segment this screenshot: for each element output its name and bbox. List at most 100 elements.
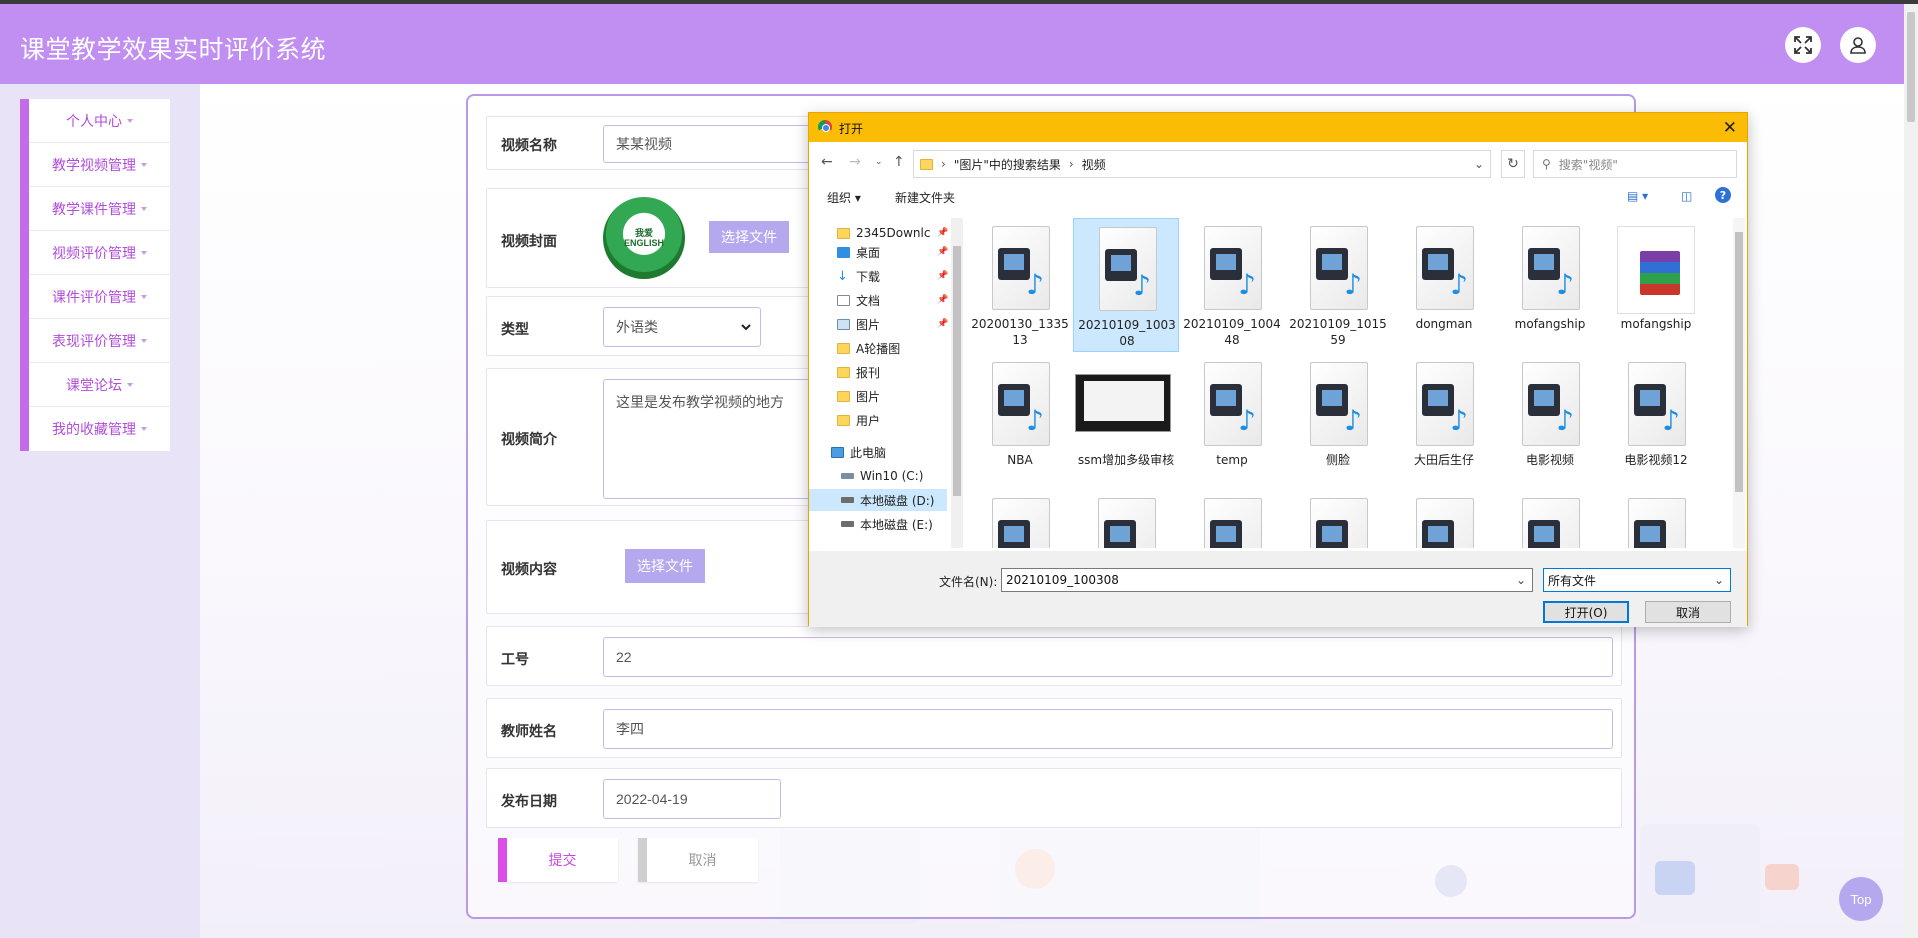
forward-arrow-icon[interactable]: → (849, 154, 861, 170)
file-item[interactable]: ♪ NBA (967, 354, 1073, 488)
nav-item-drive-e[interactable]: 本地磁盘 (E:) (841, 513, 933, 535)
chevron-down-icon[interactable]: ⌄ (1516, 573, 1526, 587)
nav-item-drive-d[interactable]: 本地磁盘 (D:) (809, 489, 947, 511)
video-file-icon: ♪ (1516, 362, 1584, 450)
view-options-icon[interactable]: ▤ ▾ (1627, 189, 1648, 203)
folder-icon (837, 342, 850, 354)
nav-item-this-pc[interactable]: 此电脑 (831, 441, 886, 463)
file-item[interactable] (1603, 490, 1709, 548)
teacher-label: 教师姓名 (501, 723, 557, 739)
file-item[interactable]: mofangship (1603, 218, 1709, 352)
sidebar-item-forum[interactable]: 课堂论坛 (29, 363, 170, 407)
folder-icon (837, 227, 850, 239)
teacher-name-input[interactable]: 李四 (603, 709, 1613, 749)
sidebar-menu: 个人中心 教学视频管理 教学课件管理 视频评价管理 课件评价管理 表现评价管理 … (20, 99, 170, 451)
form-row-teacher: 教师姓名 李四 (486, 698, 1622, 758)
content-choose-file-button[interactable]: 选择文件 (625, 549, 705, 583)
file-list-scrollbar[interactable] (1733, 218, 1745, 548)
nav-item-downloads[interactable]: ↓ 下载 (837, 265, 880, 287)
file-type-select[interactable]: 所有文件 ⌄ (1543, 568, 1731, 592)
organize-menu[interactable]: 组织 ▾ (827, 189, 861, 206)
file-item[interactable] (1179, 490, 1285, 548)
file-item[interactable]: ♪ 大田后生仔 (1391, 354, 1497, 488)
video-name-input[interactable]: 某某视频 (603, 125, 823, 163)
sidebar-item-performance-evaluation[interactable]: 表现评价管理 (29, 319, 170, 363)
nav-item-users[interactable]: 用户 (837, 409, 880, 431)
dialog-title-bar: 打开 ✕ (809, 113, 1747, 142)
new-folder-button[interactable]: 新建文件夹 (895, 189, 955, 206)
dialog-close-button[interactable]: ✕ (1723, 118, 1737, 138)
file-item[interactable]: ♪ dongman (1391, 218, 1497, 352)
submit-button[interactable]: 提交 (498, 838, 618, 882)
sidebar-item-personal-center[interactable]: 个人中心 (29, 99, 170, 143)
fullscreen-button[interactable] (1785, 27, 1821, 63)
file-item[interactable]: ♪ 电影视频 (1497, 354, 1603, 488)
preview-pane-icon[interactable]: ◫ (1681, 189, 1692, 203)
sidebar-item-favorites[interactable]: 我的收藏管理 (29, 407, 170, 451)
type-select[interactable]: 外语类 (603, 307, 761, 347)
sidebar-item-courseware-evaluation[interactable]: 课件评价管理 (29, 275, 170, 319)
job-no-input[interactable]: 22 (603, 637, 1613, 677)
nav-item-desktop[interactable]: 桌面 (837, 241, 880, 263)
pin-icon: 📌 (937, 319, 949, 329)
dialog-search-input[interactable]: ⚲ 搜索"视频" (1533, 150, 1737, 178)
nav-item-images-folder[interactable]: 图片 (837, 385, 880, 407)
filename-input[interactable]: 20210109_100308 ⌄ (1001, 568, 1533, 592)
caret-down-icon (141, 206, 147, 211)
file-item[interactable]: ♪ 20210109_101559 (1285, 218, 1391, 352)
file-item[interactable] (967, 490, 1073, 548)
file-item[interactable] (1073, 490, 1179, 548)
file-item[interactable] (1497, 490, 1603, 548)
chevron-down-icon[interactable]: ⌄ (1474, 157, 1484, 171)
breadcrumb-search-results[interactable]: "图片"中的搜索结果 (954, 156, 1061, 173)
cover-choose-file-button[interactable]: 选择文件 (709, 221, 789, 253)
file-item[interactable]: ♪ 20200130_133513 (967, 218, 1073, 352)
page-scrollbar-thumb[interactable] (1907, 12, 1915, 122)
file-name: temp (1216, 453, 1248, 467)
file-item[interactable]: ♪ mofangship (1497, 218, 1603, 352)
up-arrow-icon[interactable]: ↑ (893, 154, 905, 170)
page-scrollbar[interactable] (1904, 4, 1918, 938)
nav-item-label: 此电脑 (850, 445, 887, 460)
address-bar[interactable]: › "图片"中的搜索结果 › 视频 ⌄ (913, 150, 1491, 178)
nav-item-label: A轮播图 (856, 341, 901, 356)
intro-label: 视频简介 (501, 431, 557, 447)
file-item[interactable]: ♪ temp (1179, 354, 1285, 488)
intro-textarea[interactable]: 这里是发布教学视频的地方 (603, 379, 823, 499)
publish-date-input[interactable]: 2022-04-19 (603, 779, 781, 819)
organize-label: 组织 (827, 191, 852, 205)
user-button[interactable] (1840, 27, 1876, 63)
filename-value: 20210109_100308 (1006, 573, 1119, 587)
form-cancel-button[interactable]: 取消 (638, 838, 758, 882)
file-item[interactable] (1285, 490, 1391, 548)
file-name: ssm增加多级审核 (1077, 453, 1175, 467)
video-name-label: 视频名称 (501, 137, 557, 153)
file-item[interactable]: ♪ 侧脸 (1285, 354, 1391, 488)
dialog-cancel-button[interactable]: 取消 (1645, 601, 1731, 623)
nav-pane-scrollbar[interactable] (951, 218, 963, 548)
file-item[interactable] (1391, 490, 1497, 548)
file-item[interactable]: ♪ 电影视频12 (1603, 354, 1709, 488)
sidebar-item-courseware-management[interactable]: 教学课件管理 (29, 187, 170, 231)
recent-dropdown-icon[interactable]: ⌄ (875, 157, 883, 167)
form-row-date: 发布日期 2022-04-19 (486, 768, 1622, 828)
file-item[interactable]: ♪ 20210109_100448 (1179, 218, 1285, 352)
nav-pane-scrollbar-thumb[interactable] (953, 246, 961, 496)
file-item-selected[interactable]: ♪ 20210109_100308 (1073, 218, 1179, 352)
open-button[interactable]: 打开(O) (1543, 601, 1629, 623)
breadcrumb-videos[interactable]: 视频 (1082, 156, 1106, 173)
archive-file-icon (1617, 226, 1695, 314)
nav-item-carousel[interactable]: A轮播图 (837, 337, 900, 359)
nav-item-newspaper[interactable]: 报刊 (837, 361, 880, 383)
nav-item-documents[interactable]: 文档 (837, 289, 880, 311)
back-to-top-button[interactable]: Top (1839, 877, 1883, 921)
back-arrow-icon[interactable]: ← (821, 154, 833, 170)
sidebar-item-video-management[interactable]: 教学视频管理 (29, 143, 170, 187)
file-list-scrollbar-thumb[interactable] (1735, 232, 1743, 492)
nav-item-drive-c[interactable]: Win10 (C:) (841, 465, 923, 487)
refresh-icon[interactable]: ↻ (1501, 150, 1525, 178)
help-icon[interactable]: ? (1715, 187, 1731, 203)
sidebar-item-video-evaluation[interactable]: 视频评价管理 (29, 231, 170, 275)
nav-item-pictures[interactable]: 图片 (837, 313, 880, 335)
file-item[interactable]: ssm增加多级审核 (1073, 354, 1179, 488)
